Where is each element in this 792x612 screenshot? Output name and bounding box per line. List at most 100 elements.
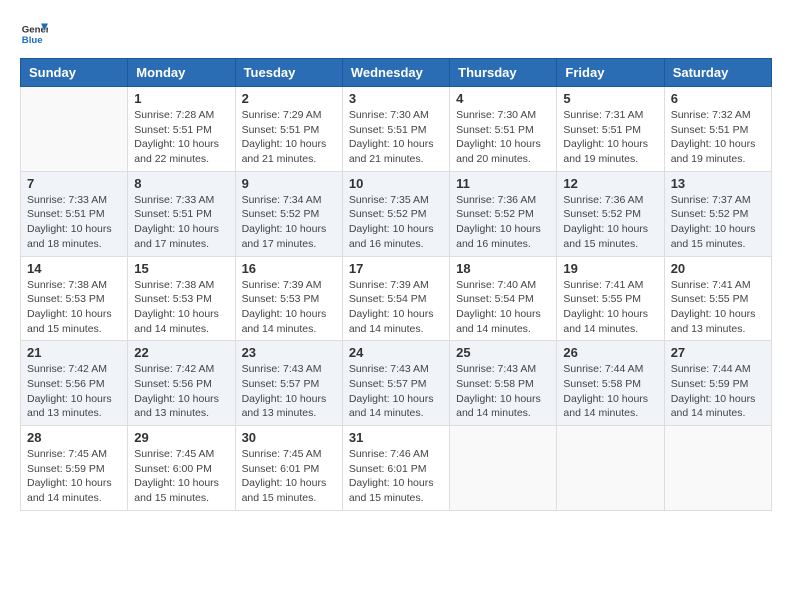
- day-number: 23: [242, 345, 336, 360]
- day-number: 5: [563, 91, 657, 106]
- day-info: Sunrise: 7:43 AMSunset: 5:57 PMDaylight:…: [349, 362, 443, 421]
- day-info: Sunrise: 7:45 AMSunset: 5:59 PMDaylight:…: [27, 447, 121, 506]
- weekday-header-thursday: Thursday: [450, 59, 557, 87]
- weekday-header-saturday: Saturday: [664, 59, 771, 87]
- calendar-header-row: SundayMondayTuesdayWednesdayThursdayFrid…: [21, 59, 772, 87]
- calendar-day-cell: 3 Sunrise: 7:30 AMSunset: 5:51 PMDaylight…: [342, 87, 449, 172]
- day-info: Sunrise: 7:43 AMSunset: 5:58 PMDaylight:…: [456, 362, 550, 421]
- day-info: Sunrise: 7:29 AMSunset: 5:51 PMDaylight:…: [242, 108, 336, 167]
- day-number: 10: [349, 176, 443, 191]
- page-header: General Blue: [20, 20, 772, 48]
- day-info: Sunrise: 7:33 AMSunset: 5:51 PMDaylight:…: [134, 193, 228, 252]
- calendar-day-cell: 16 Sunrise: 7:39 AMSunset: 5:53 PMDayligh…: [235, 256, 342, 341]
- day-info: Sunrise: 7:36 AMSunset: 5:52 PMDaylight:…: [563, 193, 657, 252]
- calendar-day-cell: 25 Sunrise: 7:43 AMSunset: 5:58 PMDayligh…: [450, 341, 557, 426]
- day-info: Sunrise: 7:42 AMSunset: 5:56 PMDaylight:…: [27, 362, 121, 421]
- calendar-day-cell: 27 Sunrise: 7:44 AMSunset: 5:59 PMDayligh…: [664, 341, 771, 426]
- weekday-header-friday: Friday: [557, 59, 664, 87]
- day-number: 2: [242, 91, 336, 106]
- day-info: Sunrise: 7:28 AMSunset: 5:51 PMDaylight:…: [134, 108, 228, 167]
- calendar-day-cell: 14Sunrise: 7:38 AMSunset: 5:53 PMDayligh…: [21, 256, 128, 341]
- calendar-day-cell: 29 Sunrise: 7:45 AMSunset: 6:00 PMDayligh…: [128, 426, 235, 511]
- day-number: 25: [456, 345, 550, 360]
- day-info: Sunrise: 7:33 AMSunset: 5:51 PMDaylight:…: [27, 193, 121, 252]
- day-info: Sunrise: 7:40 AMSunset: 5:54 PMDaylight:…: [456, 278, 550, 337]
- calendar-day-cell: [664, 426, 771, 511]
- calendar-day-cell: 4 Sunrise: 7:30 AMSunset: 5:51 PMDaylight…: [450, 87, 557, 172]
- calendar-week-row: 7Sunrise: 7:33 AMSunset: 5:51 PMDaylight…: [21, 171, 772, 256]
- calendar-day-cell: 18 Sunrise: 7:40 AMSunset: 5:54 PMDayligh…: [450, 256, 557, 341]
- calendar-day-cell: 7Sunrise: 7:33 AMSunset: 5:51 PMDaylight…: [21, 171, 128, 256]
- calendar-day-cell: 31 Sunrise: 7:46 AMSunset: 6:01 PMDayligh…: [342, 426, 449, 511]
- calendar-week-row: 28Sunrise: 7:45 AMSunset: 5:59 PMDayligh…: [21, 426, 772, 511]
- calendar-day-cell: 24 Sunrise: 7:43 AMSunset: 5:57 PMDayligh…: [342, 341, 449, 426]
- day-number: 8: [134, 176, 228, 191]
- calendar-day-cell: 19Sunrise: 7:41 AMSunset: 5:55 PMDayligh…: [557, 256, 664, 341]
- day-info: Sunrise: 7:39 AMSunset: 5:53 PMDaylight:…: [242, 278, 336, 337]
- day-number: 30: [242, 430, 336, 445]
- calendar-day-cell: 11 Sunrise: 7:36 AMSunset: 5:52 PMDayligh…: [450, 171, 557, 256]
- day-info: Sunrise: 7:39 AMSunset: 5:54 PMDaylight:…: [349, 278, 443, 337]
- calendar-day-cell: [450, 426, 557, 511]
- weekday-header-wednesday: Wednesday: [342, 59, 449, 87]
- logo: General Blue: [20, 20, 52, 48]
- day-info: Sunrise: 7:36 AMSunset: 5:52 PMDaylight:…: [456, 193, 550, 252]
- day-info: Sunrise: 7:37 AMSunset: 5:52 PMDaylight:…: [671, 193, 765, 252]
- day-number: 15: [134, 261, 228, 276]
- calendar-day-cell: 23 Sunrise: 7:43 AMSunset: 5:57 PMDayligh…: [235, 341, 342, 426]
- calendar-day-cell: 2 Sunrise: 7:29 AMSunset: 5:51 PMDaylight…: [235, 87, 342, 172]
- day-number: 6: [671, 91, 765, 106]
- calendar-day-cell: 17 Sunrise: 7:39 AMSunset: 5:54 PMDayligh…: [342, 256, 449, 341]
- day-number: 14: [27, 261, 121, 276]
- calendar-day-cell: [557, 426, 664, 511]
- calendar-day-cell: 10Sunrise: 7:35 AMSunset: 5:52 PMDayligh…: [342, 171, 449, 256]
- day-number: 22: [134, 345, 228, 360]
- day-info: Sunrise: 7:41 AMSunset: 5:55 PMDaylight:…: [563, 278, 657, 337]
- day-info: Sunrise: 7:43 AMSunset: 5:57 PMDaylight:…: [242, 362, 336, 421]
- calendar-day-cell: 6 Sunrise: 7:32 AMSunset: 5:51 PMDaylight…: [664, 87, 771, 172]
- calendar-day-cell: 8 Sunrise: 7:33 AMSunset: 5:51 PMDaylight…: [128, 171, 235, 256]
- calendar-week-row: 21Sunrise: 7:42 AMSunset: 5:56 PMDayligh…: [21, 341, 772, 426]
- calendar-day-cell: 15 Sunrise: 7:38 AMSunset: 5:53 PMDayligh…: [128, 256, 235, 341]
- day-number: 29: [134, 430, 228, 445]
- day-info: Sunrise: 7:46 AMSunset: 6:01 PMDaylight:…: [349, 447, 443, 506]
- day-info: Sunrise: 7:38 AMSunset: 5:53 PMDaylight:…: [134, 278, 228, 337]
- day-number: 11: [456, 176, 550, 191]
- weekday-header-monday: Monday: [128, 59, 235, 87]
- calendar-day-cell: 5 Sunrise: 7:31 AMSunset: 5:51 PMDaylight…: [557, 87, 664, 172]
- day-number: 13: [671, 176, 765, 191]
- day-number: 9: [242, 176, 336, 191]
- weekday-header-tuesday: Tuesday: [235, 59, 342, 87]
- calendar-day-cell: 9 Sunrise: 7:34 AMSunset: 5:52 PMDaylight…: [235, 171, 342, 256]
- day-info: Sunrise: 7:44 AMSunset: 5:59 PMDaylight:…: [671, 362, 765, 421]
- calendar-day-cell: 28Sunrise: 7:45 AMSunset: 5:59 PMDayligh…: [21, 426, 128, 511]
- day-info: Sunrise: 7:30 AMSunset: 5:51 PMDaylight:…: [456, 108, 550, 167]
- calendar-day-cell: 21Sunrise: 7:42 AMSunset: 5:56 PMDayligh…: [21, 341, 128, 426]
- calendar-day-cell: 13 Sunrise: 7:37 AMSunset: 5:52 PMDayligh…: [664, 171, 771, 256]
- day-number: 18: [456, 261, 550, 276]
- day-number: 27: [671, 345, 765, 360]
- logo-icon: General Blue: [20, 20, 48, 48]
- day-info: Sunrise: 7:34 AMSunset: 5:52 PMDaylight:…: [242, 193, 336, 252]
- day-number: 31: [349, 430, 443, 445]
- day-number: 4: [456, 91, 550, 106]
- day-info: Sunrise: 7:41 AMSunset: 5:55 PMDaylight:…: [671, 278, 765, 337]
- day-info: Sunrise: 7:32 AMSunset: 5:51 PMDaylight:…: [671, 108, 765, 167]
- day-info: Sunrise: 7:30 AMSunset: 5:51 PMDaylight:…: [349, 108, 443, 167]
- day-number: 3: [349, 91, 443, 106]
- day-info: Sunrise: 7:45 AMSunset: 6:00 PMDaylight:…: [134, 447, 228, 506]
- day-info: Sunrise: 7:42 AMSunset: 5:56 PMDaylight:…: [134, 362, 228, 421]
- calendar-table: SundayMondayTuesdayWednesdayThursdayFrid…: [20, 58, 772, 511]
- day-number: 26: [563, 345, 657, 360]
- weekday-header-sunday: Sunday: [21, 59, 128, 87]
- day-number: 24: [349, 345, 443, 360]
- day-info: Sunrise: 7:44 AMSunset: 5:58 PMDaylight:…: [563, 362, 657, 421]
- calendar-day-cell: 12Sunrise: 7:36 AMSunset: 5:52 PMDayligh…: [557, 171, 664, 256]
- day-number: 17: [349, 261, 443, 276]
- day-info: Sunrise: 7:31 AMSunset: 5:51 PMDaylight:…: [563, 108, 657, 167]
- calendar-day-cell: 30Sunrise: 7:45 AMSunset: 6:01 PMDayligh…: [235, 426, 342, 511]
- calendar-day-cell: 26 Sunrise: 7:44 AMSunset: 5:58 PMDayligh…: [557, 341, 664, 426]
- day-number: 16: [242, 261, 336, 276]
- calendar-day-cell: 1 Sunrise: 7:28 AMSunset: 5:51 PMDaylight…: [128, 87, 235, 172]
- day-number: 1: [134, 91, 228, 106]
